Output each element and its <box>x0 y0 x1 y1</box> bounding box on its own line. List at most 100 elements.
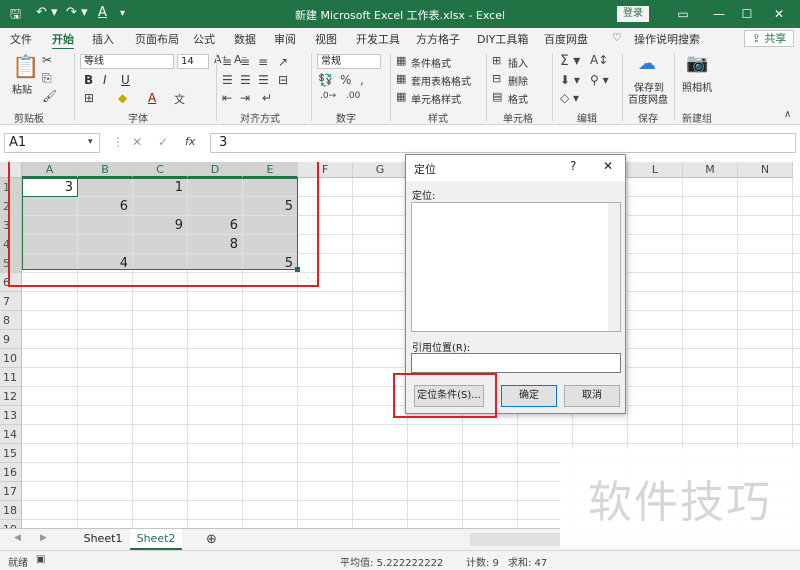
cut-icon[interactable]: ✂ <box>42 53 52 67</box>
comma-style-icon[interactable]: , <box>360 73 364 87</box>
align-middle-icon[interactable]: ≡ <box>240 55 250 69</box>
row-header[interactable]: 10 <box>0 349 22 368</box>
column-header[interactable]: M <box>683 162 738 178</box>
font-size-select[interactable]: 14 <box>177 54 209 69</box>
tab-insert[interactable]: 插入 <box>92 31 114 47</box>
add-sheet-icon[interactable]: ⊕ <box>206 532 217 547</box>
sheet-tab-sheet2[interactable]: Sheet2 <box>130 529 182 550</box>
close-icon[interactable]: ✕ <box>603 159 613 173</box>
cancel-icon[interactable]: ✕ <box>132 135 142 149</box>
align-top-icon[interactable]: ≡ <box>222 55 232 69</box>
format-cells-button[interactable]: 格式 <box>508 91 528 106</box>
paste-button[interactable]: 粘贴 <box>12 81 32 96</box>
baidu-netdisk-icon[interactable]: ☁ <box>638 53 656 74</box>
increase-decimal-icon[interactable]: .0→ <box>320 91 336 101</box>
maximize-icon[interactable]: ☐ <box>732 4 762 24</box>
orientation-icon[interactable]: ↗ <box>278 55 288 69</box>
save-to-label-2[interactable]: 百度网盘 <box>628 91 668 106</box>
tab-view[interactable]: 视图 <box>315 31 337 47</box>
font-name-select[interactable]: 等线 <box>80 54 174 69</box>
align-left-icon[interactable]: ☰ <box>222 73 233 87</box>
minimize-icon[interactable]: — <box>704 4 734 24</box>
login-button[interactable]: 登录 <box>617 6 649 22</box>
insert-function-icon[interactable]: fx <box>185 135 195 148</box>
align-right-icon[interactable]: ☰ <box>258 73 269 87</box>
tab-page-layout[interactable]: 页面布局 <box>135 31 179 47</box>
delete-cells-button[interactable]: 删除 <box>508 73 528 88</box>
row-header[interactable]: 17 <box>0 482 22 501</box>
row-header[interactable]: 13 <box>0 406 22 425</box>
formula-input[interactable]: 3 <box>210 133 796 153</box>
collapse-ribbon-icon[interactable]: ∧ <box>784 109 791 120</box>
ok-button[interactable]: 确定 <box>501 385 557 407</box>
row-header[interactable]: 11 <box>0 368 22 387</box>
goto-list[interactable] <box>411 202 621 332</box>
share-button[interactable]: ⇪ 共享 <box>744 30 794 47</box>
border-icon[interactable]: ⊞ <box>84 91 94 105</box>
row-header[interactable]: 16 <box>0 463 22 482</box>
namebox-dropdown-icon[interactable]: ▾ <box>88 137 93 147</box>
name-box[interactable]: A1 <box>4 133 100 153</box>
wrap-text-icon[interactable]: ↵ <box>262 91 272 105</box>
tab-home[interactable]: 开始 <box>52 31 74 50</box>
tell-me-search[interactable]: 操作说明搜索 <box>634 31 700 47</box>
copy-icon[interactable]: ⎘ <box>42 71 52 86</box>
format-painter-icon[interactable]: 🖌 <box>42 89 57 103</box>
font-color-button[interactable]: A <box>148 91 156 105</box>
tab-data[interactable]: 数据 <box>234 31 256 47</box>
row-header[interactable]: 12 <box>0 387 22 406</box>
conditional-format-button[interactable]: 条件格式 <box>411 55 451 70</box>
tab-baidu-netdisk[interactable]: 百度网盘 <box>544 31 588 47</box>
accounting-format-icon[interactable]: 💱 <box>318 73 333 87</box>
merge-center-icon[interactable]: ⊟ <box>278 73 288 87</box>
insert-cells-button[interactable]: 插入 <box>508 55 528 70</box>
clear-icon[interactable]: ◇ ▾ <box>560 91 579 105</box>
tab-formulas[interactable]: 公式 <box>193 31 215 47</box>
column-header[interactable]: N <box>738 162 793 178</box>
sheet-tab-sheet1[interactable]: Sheet1 <box>80 529 126 550</box>
align-center-icon[interactable]: ☰ <box>240 73 251 87</box>
phonetic-icon[interactable]: 文 <box>174 91 185 107</box>
list-scrollbar[interactable] <box>608 203 620 331</box>
fill-color-icon[interactable]: ◆ <box>118 91 127 105</box>
format-as-table-button[interactable]: 套用表格格式 <box>411 73 471 88</box>
row-header[interactable]: 18 <box>0 501 22 520</box>
row-header[interactable]: 9 <box>0 330 22 349</box>
tab-diy-toolbox[interactable]: DIY工具箱 <box>477 31 528 47</box>
cancel-button[interactable]: 取消 <box>564 385 620 407</box>
row-header[interactable]: 15 <box>0 444 22 463</box>
paste-icon[interactable]: 📋 <box>12 55 39 80</box>
tab-file[interactable]: 文件 <box>10 31 32 47</box>
find-select-icon[interactable]: ⚲ ▾ <box>590 73 609 87</box>
underline-button[interactable]: U <box>121 73 130 87</box>
number-format-select[interactable]: 常规 <box>317 54 381 69</box>
row-header[interactable]: 19 <box>0 520 22 528</box>
percent-icon[interactable]: % <box>340 73 351 87</box>
italic-button[interactable]: I <box>103 73 107 87</box>
enter-icon[interactable]: ✓ <box>158 135 168 149</box>
row-header[interactable]: 7 <box>0 292 22 311</box>
camera-button[interactable]: 照相机 <box>682 79 712 94</box>
column-header[interactable]: G <box>353 162 408 178</box>
bold-button[interactable]: B <box>84 73 93 87</box>
fill-icon[interactable]: ⬇ ▾ <box>560 73 580 87</box>
accessibility-icon[interactable]: ▣ <box>36 554 45 565</box>
column-header[interactable]: L <box>628 162 683 178</box>
sort-filter-icon[interactable]: A↕ <box>590 53 608 67</box>
tab-review[interactable]: 审阅 <box>274 31 296 47</box>
ribbon-display-icon[interactable]: ▭ <box>668 4 698 24</box>
decrease-decimal-icon[interactable]: .00 <box>346 91 360 101</box>
tab-developer[interactable]: 开发工具 <box>356 31 400 47</box>
reference-input[interactable] <box>411 353 621 373</box>
align-bottom-icon[interactable]: ≡ <box>258 55 268 69</box>
row-header[interactable]: 14 <box>0 425 22 444</box>
decrease-indent-icon[interactable]: ⇤ <box>222 91 232 105</box>
help-icon[interactable]: ? <box>570 159 576 173</box>
row-header[interactable]: 8 <box>0 311 22 330</box>
autosum-icon[interactable]: Σ ▾ <box>560 53 580 69</box>
prev-sheet-icon[interactable]: ◀ <box>14 533 21 543</box>
tab-fangfang[interactable]: 方方格子 <box>416 31 460 47</box>
cell-styles-button[interactable]: 单元格样式 <box>411 91 461 106</box>
close-window-icon[interactable]: ✕ <box>764 4 794 24</box>
next-sheet-icon[interactable]: ▶ <box>40 533 47 543</box>
